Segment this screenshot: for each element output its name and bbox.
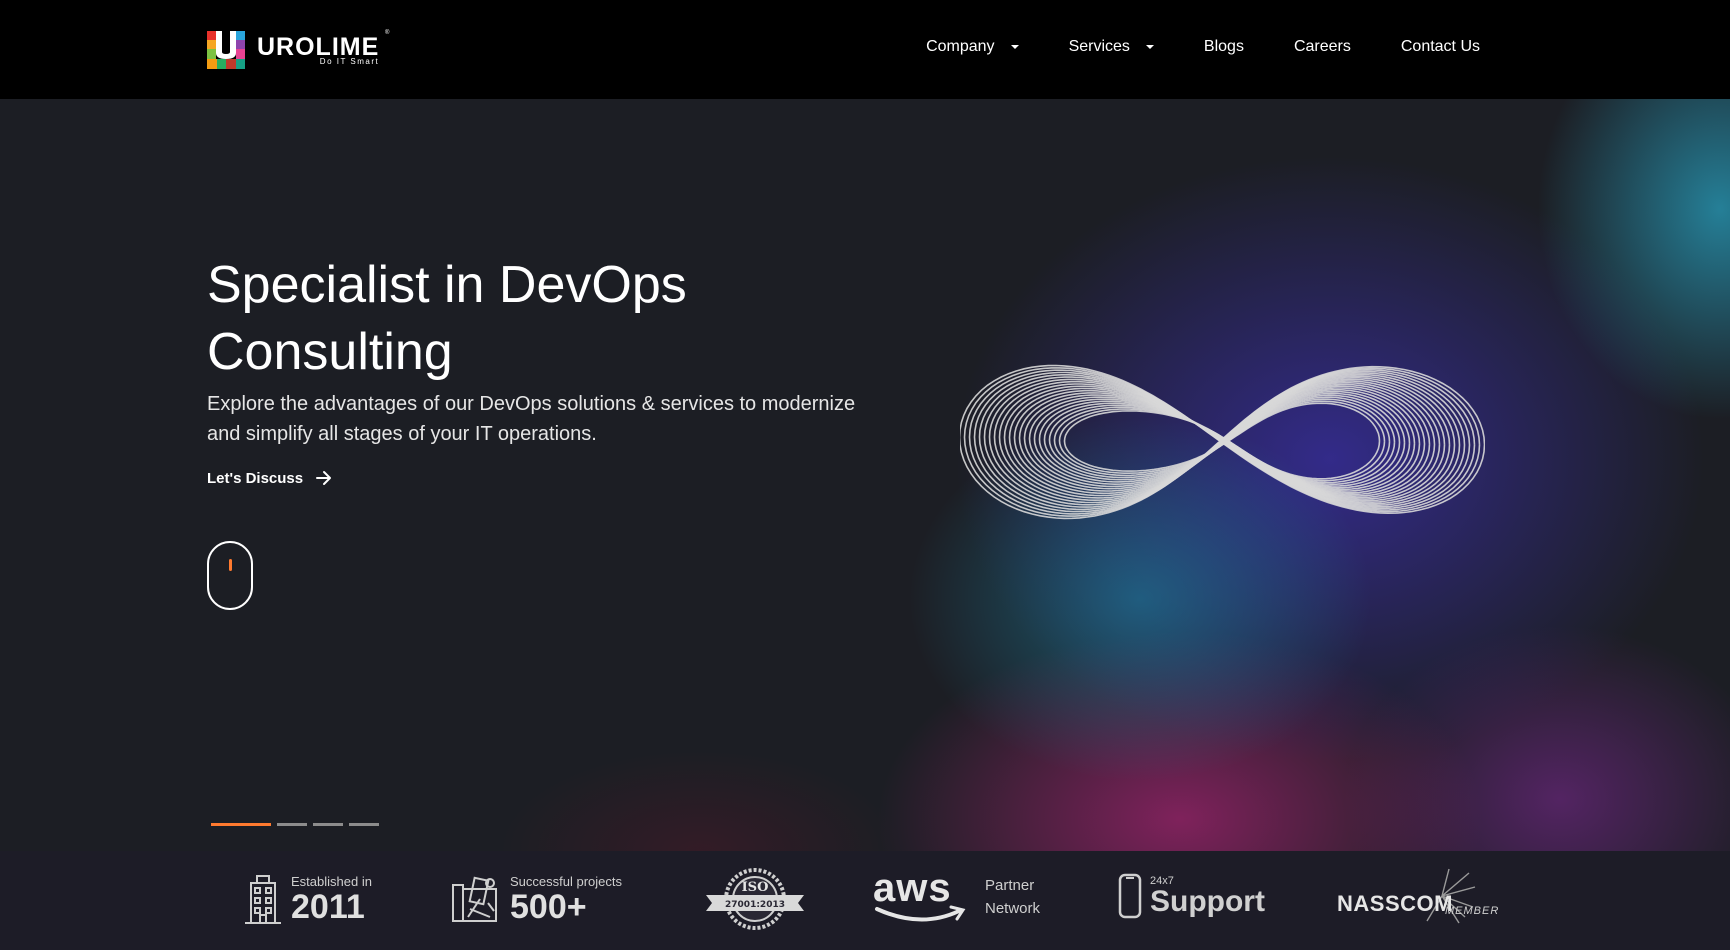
aws-smile-icon xyxy=(875,905,966,922)
stat-iso: ISO 27001:2013 xyxy=(704,867,806,931)
brand-tagline: Do IT Smart xyxy=(319,56,380,66)
established-value: 2011 xyxy=(291,887,365,926)
slider-dot-2[interactable] xyxy=(277,823,307,826)
hero-title-line2: Consulting xyxy=(207,323,453,381)
nav-services-label: Services xyxy=(1068,38,1130,55)
arrow-right-icon xyxy=(316,471,332,485)
registered-mark: ® xyxy=(385,30,390,36)
blueprint-icon xyxy=(452,876,497,922)
scroll-mouse-icon[interactable] xyxy=(207,541,253,610)
stats-bar: Established in 2011 Successful projects … xyxy=(0,851,1730,950)
aws-partner-line1: Partner xyxy=(985,877,1035,894)
nav-blogs-label: Blogs xyxy=(1203,38,1244,55)
aws-logo-text: aws xyxy=(873,866,952,910)
iso-bottom-text: 27001:2013 xyxy=(725,900,785,910)
aws-partner-line2: Network xyxy=(985,900,1041,917)
nav-contact[interactable]: Contact Us xyxy=(1401,38,1480,56)
slider-dot-4[interactable] xyxy=(349,823,379,826)
projects-value: 500+ xyxy=(510,887,587,926)
established-label: Established in xyxy=(291,873,372,889)
urolime-logo-icon xyxy=(207,31,245,69)
nasscom-member: MEMBER xyxy=(1445,905,1500,917)
hero-description: Explore the advantages of our DevOps sol… xyxy=(207,393,856,445)
stat-projects: Successful projects 500+ xyxy=(450,873,622,925)
iso-badge-icon: ISO 27001:2013 xyxy=(706,868,804,930)
slider-pagination xyxy=(211,823,385,826)
projects-label: Successful projects xyxy=(510,873,622,889)
brand-logo[interactable]: UROLIME Do IT Smart ® xyxy=(207,30,389,70)
hero-title-line1: Specialist in DevOps xyxy=(207,256,687,314)
devops-infinity-graphic xyxy=(960,364,1485,520)
stat-aws: aws Partner Network xyxy=(873,866,1041,923)
support-label: Support xyxy=(1150,885,1265,918)
scroll-wheel-indicator xyxy=(229,559,232,571)
nav-blogs[interactable]: Blogs xyxy=(1204,38,1244,56)
hero-section: Specialist in DevOps Consulting Explore … xyxy=(0,99,1730,851)
nav-careers-label: Careers xyxy=(1293,38,1351,55)
slider-dot-1[interactable] xyxy=(211,823,271,826)
caret-down-icon xyxy=(1010,45,1019,49)
stat-established: Established in 2011 xyxy=(243,873,372,925)
lets-discuss-link[interactable]: Let's Discuss xyxy=(207,469,333,487)
nav-careers[interactable]: Careers xyxy=(1294,38,1351,56)
iso-top-text: ISO xyxy=(742,880,769,895)
nav-company[interactable]: Company xyxy=(926,38,1019,56)
nav-services[interactable]: Services xyxy=(1069,38,1154,56)
main-nav: Company Services Blogs Careers Contact U… xyxy=(876,38,1480,56)
nav-company-label: Company xyxy=(926,38,995,55)
slider-dot-3[interactable] xyxy=(313,823,343,826)
phone-icon xyxy=(1118,873,1142,919)
caret-down-icon xyxy=(1145,45,1154,49)
lets-discuss-label: Let's Discuss xyxy=(207,469,304,487)
hero-title: Specialist in DevOps Consulting xyxy=(207,252,857,386)
site-header: UROLIME Do IT Smart ® Company Services B… xyxy=(0,0,1730,99)
brand-name: UROLIME xyxy=(257,32,380,61)
stat-nasscom: NASSCOM MEMBER xyxy=(1337,868,1498,925)
building-icon xyxy=(245,875,281,924)
stat-support: 24x7 Support xyxy=(1118,873,1265,919)
nav-contact-label: Contact Us xyxy=(1400,38,1480,55)
nasscom-name: NASSCOM xyxy=(1337,891,1453,916)
